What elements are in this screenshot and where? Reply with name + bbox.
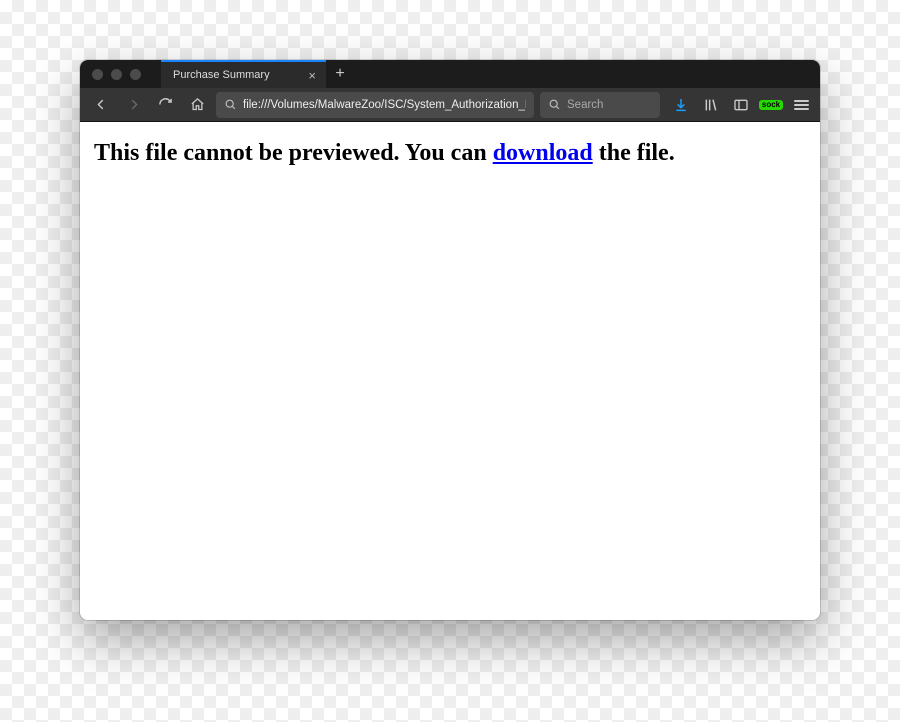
- window-zoom-button[interactable]: [130, 69, 141, 80]
- window-minimize-button[interactable]: [111, 69, 122, 80]
- extension-badge[interactable]: sock: [760, 94, 782, 116]
- browser-tab[interactable]: Purchase Summary ×: [161, 60, 326, 88]
- tab-title: Purchase Summary: [173, 69, 270, 81]
- page-content: This file cannot be previewed. You can d…: [80, 122, 820, 620]
- downloads-icon[interactable]: [670, 94, 692, 116]
- message-text-before: This file cannot be previewed. You can: [94, 140, 493, 166]
- reload-button[interactable]: [152, 92, 178, 118]
- tab-close-icon[interactable]: ×: [308, 69, 316, 82]
- hamburger-menu-icon[interactable]: [790, 94, 812, 116]
- new-tab-button[interactable]: +: [326, 60, 354, 88]
- window-controls: [80, 69, 141, 80]
- title-bar: Purchase Summary × +: [80, 60, 820, 88]
- download-link[interactable]: download: [493, 140, 593, 166]
- forward-button[interactable]: [120, 92, 146, 118]
- extension-badge-label: sock: [759, 100, 783, 110]
- home-button[interactable]: [184, 92, 210, 118]
- address-bar[interactable]: [216, 92, 534, 118]
- message-text-after: the file.: [593, 140, 675, 166]
- tab-strip: Purchase Summary × +: [161, 60, 354, 88]
- sidebar-icon[interactable]: [730, 94, 752, 116]
- preview-message: This file cannot be previewed. You can d…: [94, 140, 806, 167]
- toolbar-right: sock: [666, 94, 812, 116]
- url-input[interactable]: [243, 99, 526, 111]
- library-icon[interactable]: [700, 94, 722, 116]
- search-icon: [548, 98, 561, 111]
- browser-window: Purchase Summary × +: [80, 60, 820, 620]
- search-icon: [224, 98, 237, 111]
- toolbar: sock: [80, 88, 820, 122]
- window-close-button[interactable]: [92, 69, 103, 80]
- search-bar[interactable]: [540, 92, 660, 118]
- search-input[interactable]: [567, 99, 652, 111]
- back-button[interactable]: [88, 92, 114, 118]
